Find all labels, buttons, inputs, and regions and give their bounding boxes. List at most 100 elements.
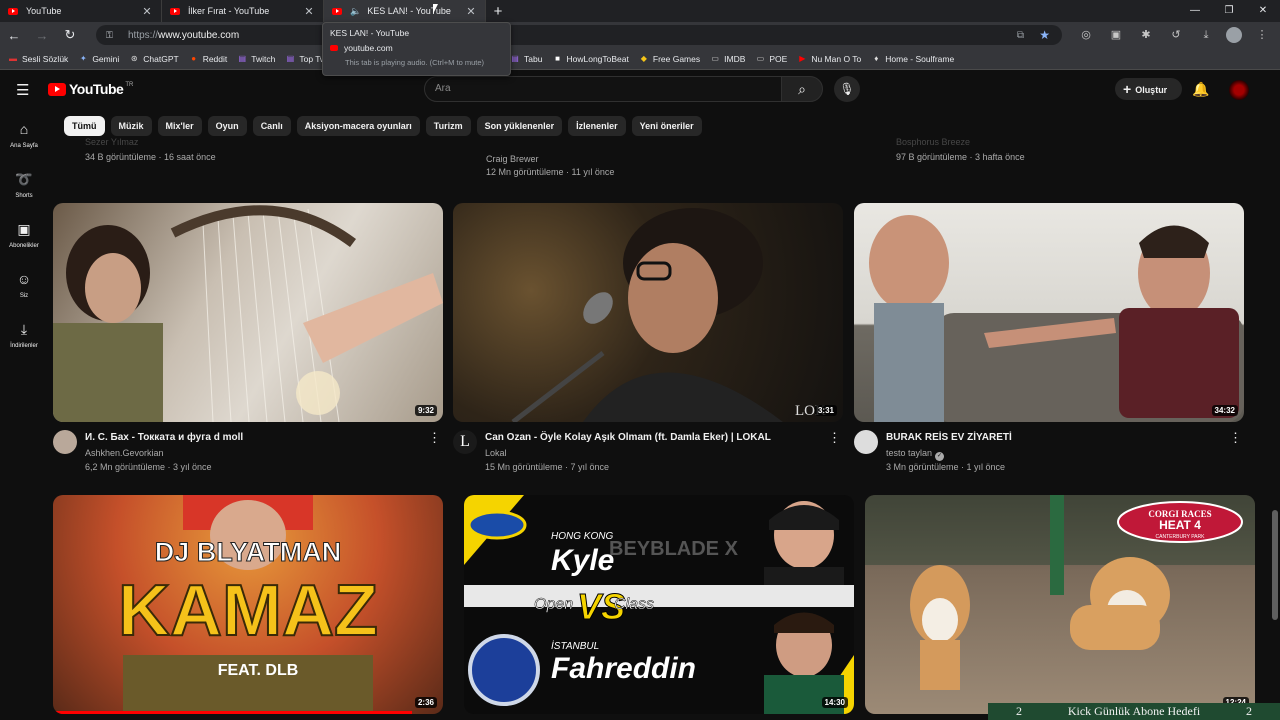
tab-ilker-firat[interactable]: İlker Fırat - YouTube ✕ (162, 0, 324, 22)
filter-chip[interactable]: Tümü (64, 116, 105, 136)
filter-chip[interactable]: Aksiyon-macera oyunları (296, 116, 420, 136)
history-icon[interactable]: ↺ (1166, 25, 1186, 45)
video-thumbnail[interactable]: CORGI RACES HEAT 4 CANTERBURY PARK 12:24 (865, 495, 1255, 714)
video-card[interactable]: DJ BLYATMAN KAMAZ FEAT. DLB 2:36 (53, 495, 443, 714)
filter-chip[interactable]: Turizm (425, 116, 471, 136)
account-avatar[interactable] (1229, 80, 1249, 100)
site-info-icon[interactable]: ⚿ (106, 30, 118, 41)
tag-icon: ◆ (640, 53, 647, 63)
hover-card-title: KES LAN! - YouTube (330, 28, 410, 38)
video-thumbnail[interactable]: HONG KONG Kyle BEYBLADE X Open VS Class … (464, 495, 854, 714)
video-card[interactable]: 9:32 И. С. Бах - Токката и фуга d moll A… (53, 203, 443, 480)
channel-name[interactable]: testo taylan ✓ (886, 448, 945, 461)
back-button[interactable]: ← (0, 28, 28, 43)
more-actions-icon[interactable]: ⋮ (428, 430, 441, 446)
video-card[interactable]: 34:32 BURAK REİS EV ZİYARETİ testo tayla… (854, 203, 1244, 480)
forward-button[interactable]: → (28, 28, 56, 43)
speaker-icon[interactable]: 🔈 (350, 6, 361, 17)
gamepad-extension-icon[interactable]: ◎ (1076, 25, 1096, 45)
voice-search-button[interactable]: 🎙 (834, 76, 860, 102)
tab-close-icon[interactable]: ✕ (141, 5, 153, 18)
filter-chips-bar: Tümü Müzik Mix'ler Oyun Canlı Aksiyon-macera … (64, 116, 702, 136)
bookmark-item[interactable]: ▭ IMDB (710, 54, 745, 64)
tab-kes-lan[interactable]: 🔈 KES LAN! - YouTube ✕ (324, 0, 486, 22)
video-title[interactable]: И. С. Бах - Токката и фуга d moll (85, 432, 425, 443)
bookmark-item[interactable]: ◆ Free Games (639, 54, 700, 64)
video-card[interactable]: CORGI RACES HEAT 4 CANTERBURY PARK 12:24 (865, 495, 1255, 714)
bookmark-item[interactable]: ▶ Nu Man O To (797, 54, 861, 64)
bookmark-item[interactable]: ▤ Twitch (237, 54, 275, 64)
close-window-button[interactable]: ✕ (1246, 0, 1280, 22)
sidebar-item-you[interactable]: ☺ Siz (0, 261, 48, 311)
bookmark-item[interactable]: ▭ POE (755, 54, 788, 64)
channel-name[interactable]: Lokal (485, 448, 507, 458)
bookmark-item[interactable]: ✦ Gemini (78, 54, 119, 64)
channel-avatar[interactable]: L (453, 430, 477, 454)
profile-avatar-icon[interactable] (1226, 27, 1242, 43)
channel-name[interactable]: Ashkhen.Gevorkian (85, 448, 164, 458)
tab-close-icon[interactable]: ✕ (303, 5, 315, 18)
screencast-extension-icon[interactable]: ▣ (1106, 25, 1126, 45)
video-thumbnail[interactable]: 34:32 (854, 203, 1244, 422)
overlay-left-count: 2 (1016, 704, 1022, 718)
sidebar-item-home[interactable]: ⌂ Ana Sayfa (0, 111, 48, 161)
bookmark-item[interactable]: ■ HowLongToBeat (552, 53, 629, 64)
sidebar-item-download[interactable]: ⤓ İndirilenler (0, 311, 48, 361)
more-actions-icon[interactable]: ⋮ (828, 430, 841, 446)
filter-chip[interactable]: Mix'ler (157, 116, 202, 136)
sidebar-item-subscriptions[interactable]: ▣ Abonelikler (0, 211, 48, 261)
video-title[interactable]: Can Ozan - Öyle Kolay Aşık Olmam (ft. Da… (485, 432, 825, 443)
more-actions-icon[interactable]: ⋮ (1229, 430, 1242, 446)
address-bar[interactable]: ⚿ https://www.youtube.com ⧉ ★ (96, 25, 1062, 45)
video-thumbnail[interactable]: DJ BLYATMAN KAMAZ FEAT. DLB 2:36 (53, 495, 443, 714)
new-tab-button[interactable]: + (486, 3, 510, 20)
video-card[interactable]: HONG KONG Kyle BEYBLADE X Open VS Class … (464, 495, 854, 714)
bookmark-item[interactable]: ♦ Home - Soulframe (871, 54, 954, 64)
channel-avatar[interactable] (53, 430, 77, 454)
filter-chip[interactable]: İzlenenler (568, 116, 626, 136)
tab-close-icon[interactable]: ✕ (465, 5, 477, 18)
extension-puzzle-icon[interactable]: ✱ (1136, 25, 1156, 45)
bookmark-item[interactable]: ⊛ ChatGPT (129, 54, 179, 64)
video-thumbnail[interactable]: LOK 3:31 (453, 203, 843, 422)
flag-icon: ▬ (9, 53, 17, 63)
minimize-button[interactable]: — (1178, 0, 1212, 22)
tab-hover-card: KES LAN! - YouTube youtube.com This tab … (322, 22, 511, 76)
bookmark-item[interactable]: ▤ Tabu (510, 54, 542, 64)
overlay-right-count: 2 (1246, 704, 1252, 718)
menu-dots-icon[interactable]: ⋮ (1252, 25, 1272, 45)
channel-avatar[interactable] (854, 430, 878, 454)
bookmark-item[interactable]: ● Reddit (189, 54, 227, 64)
gemini-icon: ✦ (79, 53, 87, 63)
mouse-cursor-icon (433, 4, 443, 14)
install-app-icon[interactable]: ⧉ (1017, 30, 1024, 41)
maximize-button[interactable]: ❐ (1212, 0, 1246, 22)
filter-chip[interactable]: Canlı (252, 116, 291, 136)
sidebar-item-shorts[interactable]: ➰ Shorts (0, 161, 48, 211)
bookmark-star-icon[interactable]: ★ (1039, 28, 1050, 42)
downloads-icon[interactable]: ⤓ (1196, 25, 1216, 45)
filter-chip[interactable]: Müzik (110, 116, 152, 136)
video-card[interactable]: LOK 3:31 L Can Ozan - Öyle Kolay Aşık Ol… (453, 203, 843, 480)
hover-card-host: youtube.com (344, 43, 393, 53)
page-scrollbar[interactable] (1272, 510, 1278, 620)
search-input[interactable]: Ara (424, 76, 782, 102)
bookmark-label: HowLongToBeat (566, 53, 629, 64)
video-thumbnail[interactable]: 9:32 (53, 203, 443, 422)
video-title[interactable]: BURAK REİS EV ZİYARETİ (886, 432, 1226, 443)
video-stats: 15 Mn görüntüleme · 7 yıl önce (485, 462, 610, 472)
create-button[interactable]: + Oluştur (1115, 78, 1182, 100)
you-icon: ☺ (16, 271, 32, 287)
hamburger-menu-icon[interactable]: ☰ (16, 83, 32, 99)
reload-button[interactable]: ↻ (56, 27, 84, 43)
tab-youtube[interactable]: YouTube ✕ (0, 0, 162, 22)
notifications-bell-icon[interactable]: 🔔 (1192, 81, 1209, 98)
twitch-icon: ▤ (238, 53, 247, 63)
search-button[interactable]: ⌕ (781, 76, 823, 102)
filter-chip[interactable]: Yeni öneriler (631, 116, 702, 136)
youtube-logo[interactable]: YouTube TR (48, 81, 133, 97)
filter-chip[interactable]: Son yüklenenler (476, 116, 563, 136)
bookmark-item[interactable]: ▬ Sesli Sözlük (8, 54, 68, 64)
filter-chip[interactable]: Oyun (207, 116, 247, 136)
thumbnail-line3: FEAT. DLB (218, 662, 299, 679)
